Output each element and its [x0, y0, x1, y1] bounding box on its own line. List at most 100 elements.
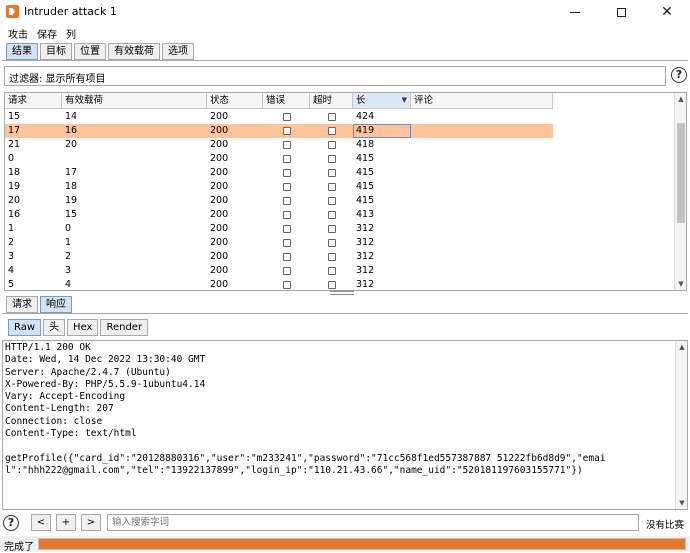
- cell-payload: 17: [65, 167, 78, 178]
- tab-options[interactable]: 选项: [162, 43, 194, 60]
- scroll-down-icon[interactable]: ▼: [675, 278, 686, 290]
- cell-timeout: [310, 166, 353, 180]
- column-header-payload[interactable]: 有效载荷: [62, 93, 207, 109]
- scroll-up-icon[interactable]: ▲: [676, 341, 688, 353]
- table-scrollbar[interactable]: ▲ ▼: [674, 93, 686, 290]
- table-row[interactable]: 19 18 200 415: [5, 180, 553, 194]
- table-row[interactable]: 3 2 200 312: [5, 250, 553, 264]
- table-header: 请求 有效载荷 状态 错误 超时 长 ▼ 评论: [5, 93, 553, 109]
- tab-results[interactable]: 结果: [6, 43, 38, 60]
- cell-payload: 3: [65, 265, 72, 276]
- checkbox-icon: [282, 281, 291, 289]
- table-row[interactable]: 18 17 200 415: [5, 166, 553, 180]
- table-row[interactable]: 17 16 200 419: [5, 124, 553, 138]
- cell-timeout: [310, 208, 353, 222]
- cell-payload: 0: [65, 223, 72, 234]
- menu-columns[interactable]: 列: [66, 26, 76, 41]
- minimize-button[interactable]: [552, 0, 598, 24]
- tab-request[interactable]: 请求: [6, 296, 38, 313]
- search-prev-button[interactable]: <: [31, 514, 51, 531]
- cell-timeout: [310, 124, 353, 138]
- close-button[interactable]: ✕: [644, 0, 690, 24]
- cell-timeout: [310, 278, 353, 290]
- tab-hex[interactable]: Hex: [67, 319, 99, 336]
- cell-length: 418: [356, 139, 375, 150]
- table-row[interactable]: 21 20 200 418: [5, 138, 553, 152]
- tab-raw[interactable]: Raw: [8, 319, 42, 336]
- menu-attack[interactable]: 攻击: [8, 26, 28, 41]
- tab-payloads[interactable]: 有效载荷: [108, 43, 160, 60]
- cell-request: 5: [8, 279, 15, 290]
- column-header-timeout[interactable]: 超时: [310, 93, 353, 109]
- cell-error: [263, 278, 310, 290]
- progress-fill: [39, 539, 685, 549]
- cell-comment: [411, 222, 553, 236]
- checkbox-icon: [327, 169, 336, 177]
- search-add-button[interactable]: +: [56, 514, 76, 531]
- table-row[interactable]: 0 200 415: [5, 152, 553, 166]
- response-viewer[interactable]: HTTP/1.1 200 OK Date: Wed, 14 Dec 2022 1…: [2, 340, 688, 510]
- cell-payload: 20: [65, 139, 78, 150]
- pane-splitter[interactable]: [330, 291, 354, 295]
- cell-payload: 19: [65, 195, 78, 206]
- column-header-comment[interactable]: 评论: [411, 93, 553, 109]
- cell-length: 419: [353, 124, 411, 138]
- table-scroll-thumb[interactable]: [677, 123, 685, 223]
- table-row[interactable]: 15 14 200 424: [5, 110, 553, 124]
- scroll-up-icon[interactable]: ▲: [675, 93, 686, 105]
- cell-length: 415: [356, 195, 375, 206]
- cell-status: 200: [210, 167, 229, 178]
- menu-save[interactable]: 保存: [37, 26, 57, 41]
- results-table: 请求 有效载荷 状态 错误 超时 长 ▼ 评论 15 14 200 424 17 16 20…: [4, 92, 687, 291]
- tab-target[interactable]: 目标: [40, 43, 72, 60]
- maximize-button[interactable]: [598, 0, 644, 24]
- column-header-error[interactable]: 错误: [263, 93, 310, 109]
- menu-bar: 攻击 保存 列: [0, 24, 690, 42]
- table-row[interactable]: 16 15 200 413: [5, 208, 553, 222]
- minimize-icon: [570, 11, 580, 13]
- checkbox-icon: [282, 225, 291, 233]
- cell-timeout: [310, 194, 353, 208]
- column-header-status[interactable]: 状态: [207, 93, 263, 109]
- cell-payload: 15: [65, 209, 78, 220]
- tab-render[interactable]: Render: [100, 319, 149, 336]
- cell-payload: 4: [65, 279, 72, 290]
- table-row[interactable]: 4 3 200 312: [5, 264, 553, 278]
- cell-timeout: [310, 180, 353, 194]
- close-icon: ✕: [661, 4, 673, 20]
- checkbox-icon: [282, 239, 291, 247]
- checkbox-icon: [327, 239, 336, 247]
- scroll-down-icon[interactable]: ▼: [676, 497, 688, 509]
- help-icon[interactable]: ?: [671, 67, 687, 83]
- cell-error: [263, 138, 310, 152]
- table-row[interactable]: 2 1 200 312: [5, 236, 553, 250]
- checkbox-icon: [282, 183, 291, 191]
- response-raw-text[interactable]: HTTP/1.1 200 OK Date: Wed, 14 Dec 2022 1…: [5, 342, 606, 477]
- cell-comment: [411, 152, 553, 166]
- filter-bar[interactable]: 过滤器: 显示所有项目: [4, 66, 666, 86]
- table-row[interactable]: 5 4 200 312: [5, 278, 553, 290]
- cell-comment: [411, 250, 553, 264]
- cell-status: 200: [210, 279, 229, 290]
- search-next-button[interactable]: >: [81, 514, 101, 531]
- tab-positions[interactable]: 位置: [74, 43, 106, 60]
- cell-timeout: [310, 236, 353, 250]
- table-row[interactable]: 1 0 200 312: [5, 222, 553, 236]
- search-input[interactable]: [107, 514, 639, 531]
- column-header-request[interactable]: 请求: [5, 93, 62, 109]
- cell-length: 415: [356, 167, 375, 178]
- tabs-divider: [2, 60, 688, 61]
- tab-response[interactable]: 响应: [40, 296, 72, 313]
- tab-headers[interactable]: 头: [43, 319, 66, 336]
- help-icon[interactable]: ?: [3, 515, 19, 531]
- cell-timeout: [310, 264, 353, 278]
- cell-length: 312: [356, 265, 375, 276]
- cell-timeout: [310, 110, 353, 124]
- cell-length: 415: [356, 153, 375, 164]
- response-scrollbar[interactable]: ▲ ▼: [675, 341, 687, 509]
- cell-error: [263, 264, 310, 278]
- column-header-length[interactable]: 长 ▼: [353, 93, 411, 109]
- table-row[interactable]: 20 19 200 415: [5, 194, 553, 208]
- title-bar: Intruder attack 1 ✕: [0, 0, 690, 24]
- cell-payload: 1: [65, 237, 72, 248]
